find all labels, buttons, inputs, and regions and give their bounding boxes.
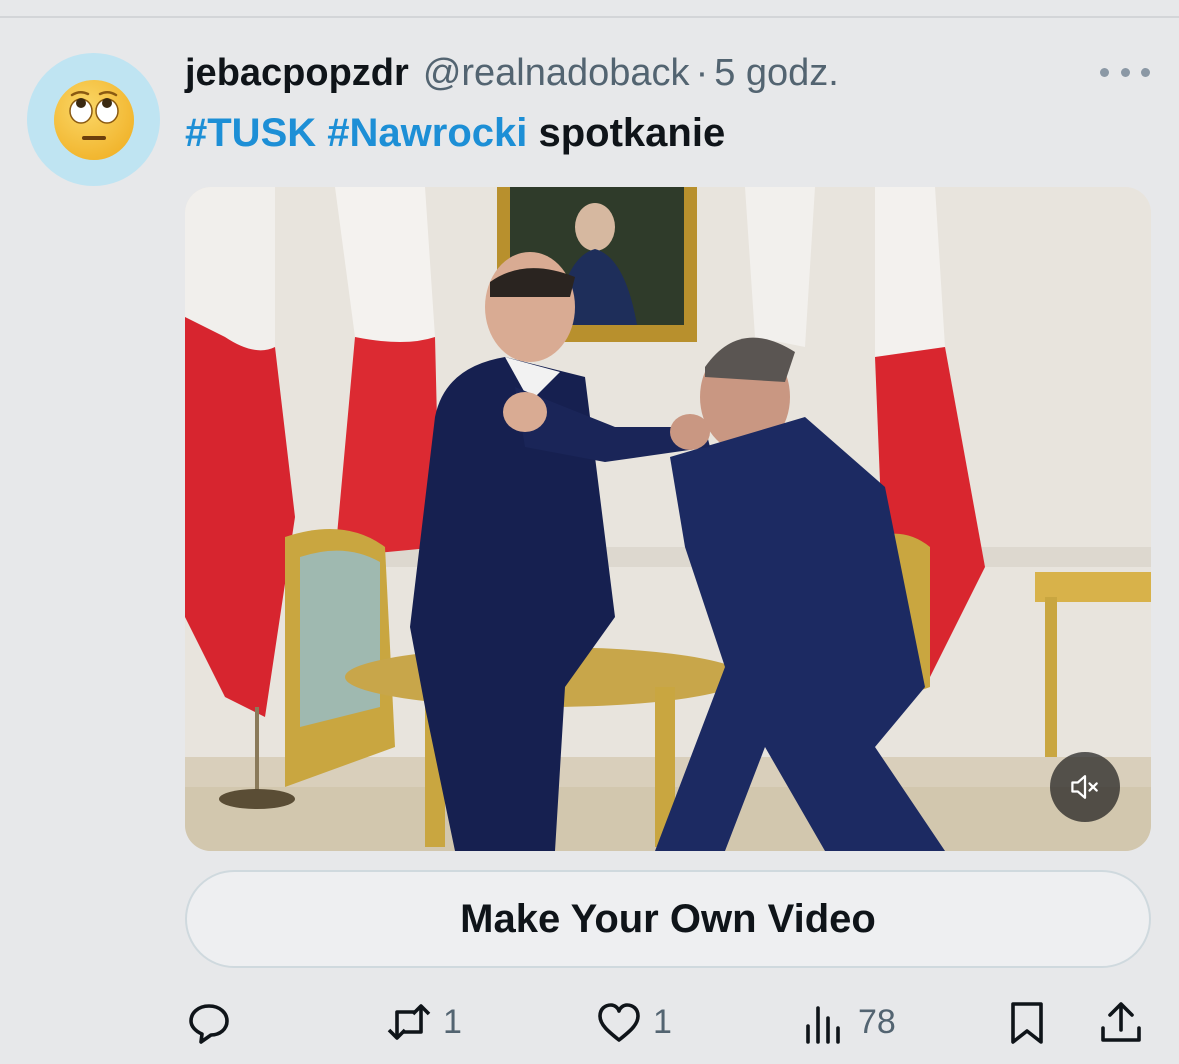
like-button[interactable]: 1 (595, 992, 672, 1052)
share-button[interactable] (1097, 992, 1145, 1052)
make-your-own-video-button[interactable]: Make Your Own Video (185, 870, 1151, 968)
views-count: 78 (858, 1002, 896, 1041)
tweet-header: jebacpopzdr @realnadoback · 5 godz. (185, 50, 839, 96)
retweet-count: 1 (443, 1002, 462, 1041)
bookmark-button[interactable] (1003, 992, 1051, 1052)
separator-dot: · (695, 52, 709, 94)
bookmark-icon (1011, 1002, 1043, 1044)
hashtag-link[interactable]: #Nawrocki (327, 111, 527, 155)
tweet-text-word: spotkanie (538, 111, 726, 155)
top-divider (0, 16, 1179, 18)
hashtag-link[interactable]: #TUSK (185, 111, 316, 155)
tweet-text: #TUSK #Nawrocki spotkanie (185, 108, 725, 158)
views-bar-chart-icon (806, 1006, 840, 1044)
retweet-button[interactable]: 1 (385, 992, 462, 1052)
timestamp[interactable]: 5 godz. (714, 50, 839, 96)
video-player[interactable] (185, 187, 1151, 851)
heart-icon (598, 1003, 640, 1042)
avatar[interactable] (27, 53, 160, 186)
action-bar: 1 1 78 (185, 992, 1151, 1052)
more-icon[interactable] (1100, 62, 1150, 82)
mute-toggle[interactable] (1050, 752, 1120, 822)
display-name[interactable]: jebacpopzdr (185, 50, 409, 96)
rolling-eyes-emoji-icon (53, 79, 134, 160)
video-frame (185, 187, 1151, 851)
reply-icon (189, 1004, 229, 1044)
views-button[interactable]: 78 (800, 992, 896, 1052)
volume-muted-icon (1071, 775, 1098, 799)
share-icon (1101, 1002, 1141, 1042)
reply-button[interactable] (185, 992, 243, 1052)
user-handle[interactable]: @realnadoback (423, 50, 690, 96)
like-count: 1 (653, 1002, 672, 1041)
retweet-icon (387, 1004, 431, 1040)
